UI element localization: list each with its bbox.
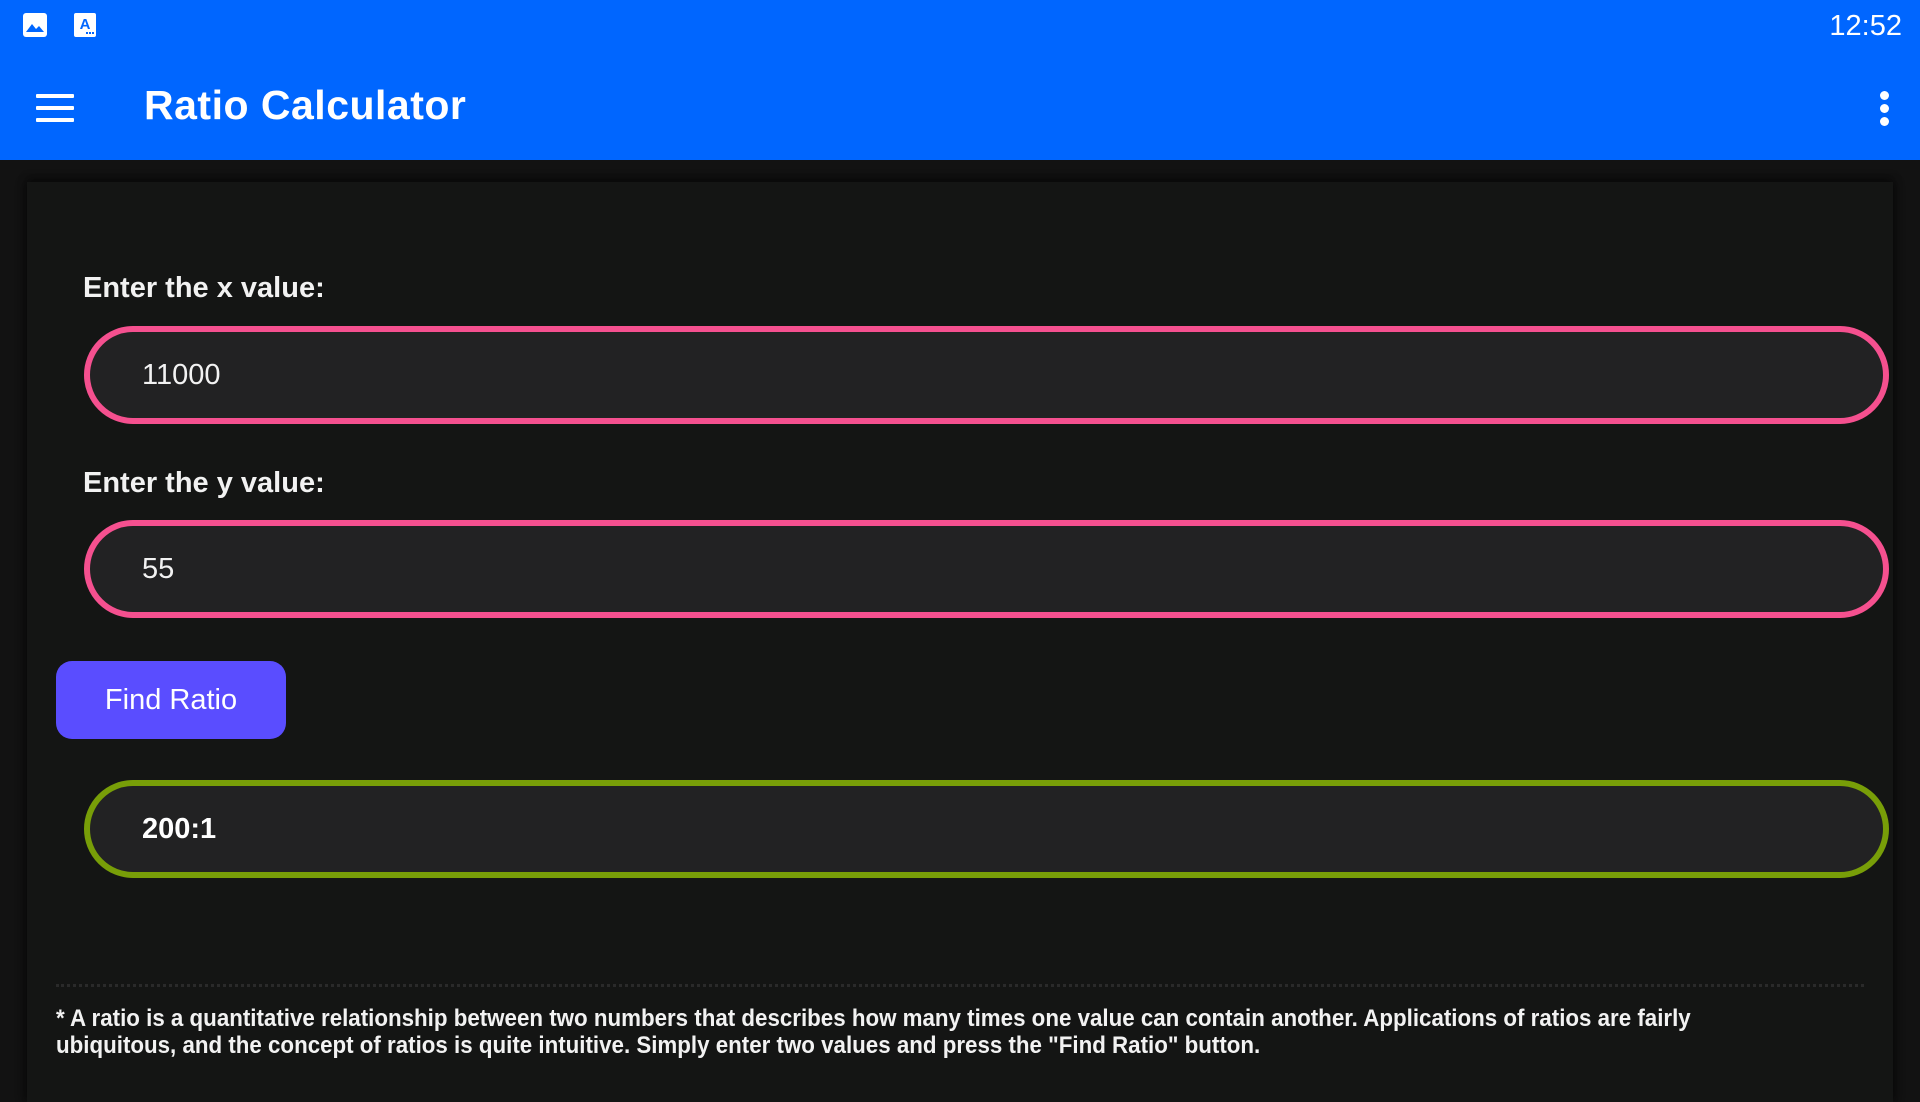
footnote-text: * A ratio is a quantitative relationship… xyxy=(56,1005,1691,1059)
divider xyxy=(56,984,1864,987)
app-bar: Ratio Calculator xyxy=(0,60,1920,160)
result-field: 200:1 xyxy=(84,780,1889,878)
image-icon xyxy=(23,13,47,37)
x-value-label: Enter the x value: xyxy=(83,272,325,304)
x-value-input[interactable] xyxy=(142,332,1842,418)
y-value-label: Enter the y value: xyxy=(83,467,325,499)
y-value-input[interactable] xyxy=(142,526,1842,612)
y-value-field-container xyxy=(84,520,1889,618)
more-vert-icon[interactable] xyxy=(1864,84,1904,134)
calculator-card: Enter the x value: Enter the y value: Fi… xyxy=(27,182,1893,1102)
find-ratio-button[interactable]: Find Ratio xyxy=(56,661,286,739)
status-bar: A 12:52 xyxy=(0,0,1920,60)
hamburger-menu-icon[interactable] xyxy=(34,88,76,132)
keyboard-a-icon: A xyxy=(74,13,96,37)
app-title: Ratio Calculator xyxy=(144,82,467,128)
x-value-field-container xyxy=(84,326,1889,424)
svg-text:A: A xyxy=(80,16,91,33)
status-time: 12:52 xyxy=(1829,10,1902,42)
result-value: 200:1 xyxy=(142,813,217,845)
